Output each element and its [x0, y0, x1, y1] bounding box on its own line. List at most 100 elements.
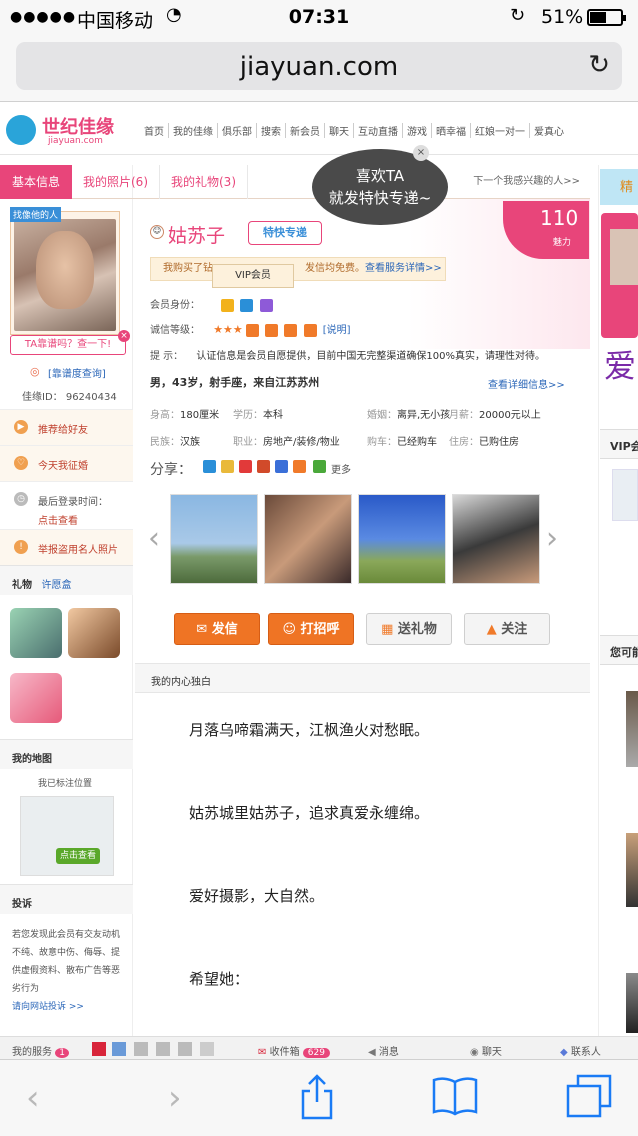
web-page: 世纪佳缘 jiayuan.com 首页 我的佳缘 俱乐部 搜索 新会员 聊天 互… [0, 103, 638, 1059]
right-promo-text: 爱 [604, 347, 637, 385]
my-service-button[interactable]: 我的服务 1 [12, 1043, 69, 1058]
phone-icon[interactable] [303, 323, 317, 337]
photo-thumbnail[interactable] [452, 494, 540, 584]
service-icon[interactable] [112, 1042, 126, 1056]
share-label: 分享： [150, 462, 192, 478]
report-link[interactable]: 请向网站投诉 >> [12, 1002, 84, 1012]
gift-image[interactable] [68, 608, 120, 658]
map-thumbnail[interactable] [20, 796, 114, 876]
nav-item[interactable]: 搜索 [257, 123, 286, 138]
greet-button[interactable]: ☺ 打招呼 [268, 613, 354, 645]
service-icon[interactable] [200, 1042, 214, 1056]
reload-icon[interactable]: ↻ [588, 50, 610, 80]
bookmarks-icon[interactable] [432, 1076, 478, 1125]
nav-item[interactable]: 俱乐部 [218, 123, 257, 138]
wish-box-link[interactable]: 许愿盒 [41, 580, 71, 591]
browser-url-bar-area: jiayuan.com ↻ [0, 36, 638, 102]
nav-item[interactable]: 新会员 [286, 123, 325, 138]
nav-item[interactable]: 晒幸福 [432, 123, 471, 138]
chat-member-icon[interactable] [240, 298, 254, 312]
gift-image[interactable] [10, 608, 62, 658]
share-icon[interactable] [300, 1074, 334, 1129]
right-vip-icon[interactable] [612, 469, 638, 521]
photo-thumbnail[interactable] [170, 494, 258, 584]
monologue-line: 爱好摄影，大自然。 [189, 887, 325, 905]
right-banner[interactable]: 精 [600, 169, 638, 205]
nav-item[interactable]: 首页 [140, 123, 169, 138]
service-details-link[interactable]: 查看服务详情>> [365, 263, 442, 274]
right-suggest-photo[interactable] [626, 833, 638, 907]
gift-image[interactable] [10, 673, 62, 723]
user-id: 佳缘ID： 96240434 [22, 392, 117, 403]
message-button[interactable]: ◀ 消息 [368, 1043, 399, 1058]
share-qzone-icon[interactable] [203, 460, 216, 473]
reliability-query-link[interactable]: [靠谱度查询] [48, 365, 106, 380]
tab-photos[interactable]: 我的照片(6) [72, 165, 160, 199]
url-text[interactable]: jiayuan.com [16, 52, 622, 82]
service-icon[interactable] [92, 1042, 106, 1056]
vip-tooltip: VIP会员 [212, 264, 294, 288]
tab-gifts[interactable]: 我的礼物(3) [160, 165, 248, 199]
address-bar[interactable]: jiayuan.com ↻ [16, 42, 622, 90]
express-delivery-button[interactable]: 特快专递 [248, 221, 322, 245]
photo-thumbnail[interactable] [264, 494, 352, 584]
nav-item[interactable]: 爱真心 [530, 123, 568, 138]
credit-explain-link[interactable]: [说明] [323, 325, 351, 336]
share-more-icon[interactable] [313, 460, 326, 473]
megaphone-icon: ▶ [14, 420, 28, 434]
right-suggest-photo[interactable] [626, 973, 638, 1033]
back-icon[interactable]: ‹ [26, 1078, 40, 1118]
contacts-button[interactable]: ◆ 联系人 [560, 1043, 601, 1058]
promo-bubble[interactable]: 喜欢TA 就发特快专递~ [312, 149, 448, 225]
service-icon[interactable] [134, 1042, 148, 1056]
post-marriage-ad[interactable]: ♡ 今天我征婚 [0, 445, 133, 481]
share-renren-icon[interactable] [257, 460, 270, 473]
share-tqq-icon[interactable] [275, 460, 288, 473]
close-icon[interactable]: × [413, 145, 429, 161]
chat-icon: ◉ [470, 1047, 479, 1058]
recommend-friend[interactable]: ▶ 推荐给好友 [0, 409, 133, 445]
next-interest-link[interactable]: 下一个我感兴趣的人>> [473, 165, 580, 199]
browser-toolbar: ‹ › [0, 1059, 638, 1136]
photos-next-icon[interactable]: › [546, 521, 558, 556]
vip-crown-icon[interactable] [259, 298, 273, 312]
nav-item[interactable]: 游戏 [403, 123, 432, 138]
view-details-link[interactable]: 查看详细信息>> [488, 376, 565, 391]
house-icon[interactable] [284, 323, 298, 337]
close-icon[interactable]: × [118, 330, 130, 342]
disclaimer-row: 提 示： 认证信息是会员自愿提供，目前中国无完整渠道确保100%真实，请理性对待… [150, 351, 545, 362]
reliability-check-button[interactable]: TA靠谱吗？查一下! [10, 335, 126, 355]
nav-item[interactable]: 我的佳缘 [169, 123, 218, 138]
right-suggest-photo[interactable] [626, 691, 638, 767]
nav-item[interactable]: 聊天 [325, 123, 354, 138]
service-icon[interactable] [178, 1042, 192, 1056]
battery-icon [587, 9, 626, 26]
id-verified-icon[interactable] [245, 323, 259, 337]
share-weibo-icon[interactable] [239, 460, 252, 473]
map-view-button[interactable]: 点击查看 [56, 848, 100, 864]
forward-icon[interactable]: › [168, 1078, 182, 1118]
service-icon[interactable] [156, 1042, 170, 1056]
photos-prev-icon[interactable]: ‹ [148, 521, 160, 556]
diamond-member-icon[interactable] [221, 298, 235, 312]
share-kaixin-icon[interactable] [221, 460, 234, 473]
nav-item[interactable]: 互动直播 [354, 123, 403, 138]
report-celebrity-photo[interactable]: ! 举报盗用名人照片 [0, 529, 133, 565]
tab-basic-info[interactable]: 基本信息 [0, 165, 72, 199]
find-similar-tag[interactable]: 找像他的人 [10, 207, 62, 222]
inbox-button[interactable]: ✉ 收件箱 629 [258, 1043, 330, 1058]
member-face-icon: ☺ [150, 225, 164, 239]
nav-item[interactable]: 红娘一对一 [471, 123, 530, 138]
send-message-button[interactable]: ✉ 发信 [174, 613, 260, 645]
tabs-icon[interactable] [566, 1074, 612, 1127]
chat-button[interactable]: ◉ 聊天 [470, 1043, 502, 1058]
education-icon[interactable] [265, 323, 279, 337]
follow-button[interactable]: ▲ 关注 [464, 613, 550, 645]
last-login-link[interactable]: 点击查看 [38, 512, 78, 527]
site-logo[interactable]: 世纪佳缘 jiayuan.com [4, 111, 124, 151]
rotation-lock-icon: ↻ [510, 5, 526, 26]
photo-thumbnail[interactable] [358, 494, 446, 584]
share-douban-icon[interactable] [293, 460, 306, 473]
send-gift-button[interactable]: ▦ 送礼物 [366, 613, 452, 645]
share-more-link[interactable]: 更多 [331, 461, 351, 476]
